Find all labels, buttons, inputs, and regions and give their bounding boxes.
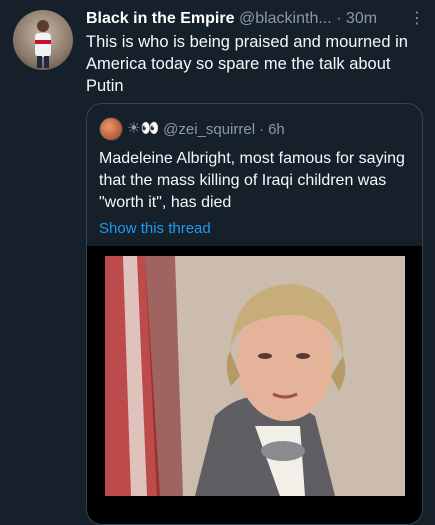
quoted-time-separator: · (259, 120, 265, 138)
quoted-media[interactable] (87, 246, 422, 524)
more-options-icon[interactable]: ⋮ (409, 8, 425, 30)
author-avatar[interactable] (13, 10, 73, 70)
quoted-text: Madeleine Albright, most famous for sayi… (99, 150, 405, 211)
tweet-header: Black in the Empire @blackinth... · 30m (86, 8, 425, 30)
author-name[interactable]: Black in the Empire (86, 10, 235, 27)
video-still (105, 256, 405, 496)
video-frame-image (105, 256, 405, 496)
quoted-header: ☀👀 @zei_squirrel · 6h (99, 117, 285, 141)
author-handle[interactable]: @blackinth... (239, 10, 332, 27)
show-thread-link[interactable]: Show this thread (99, 220, 211, 237)
tweet-time[interactable]: 30m (346, 10, 377, 27)
tweet-text: This is who is being praised and mourned… (86, 33, 408, 95)
quoted-tweet[interactable]: ☀👀 @zei_squirrel · 6h Madeleine Albright… (86, 103, 423, 525)
time-separator: · (336, 10, 342, 27)
quoted-time: 6h (268, 120, 285, 138)
quoted-avatar (99, 117, 123, 141)
quoted-display-name-emoji: ☀👀 (127, 120, 160, 137)
avatar-figure (35, 20, 51, 68)
quoted-handle: @zei_squirrel (163, 120, 256, 138)
